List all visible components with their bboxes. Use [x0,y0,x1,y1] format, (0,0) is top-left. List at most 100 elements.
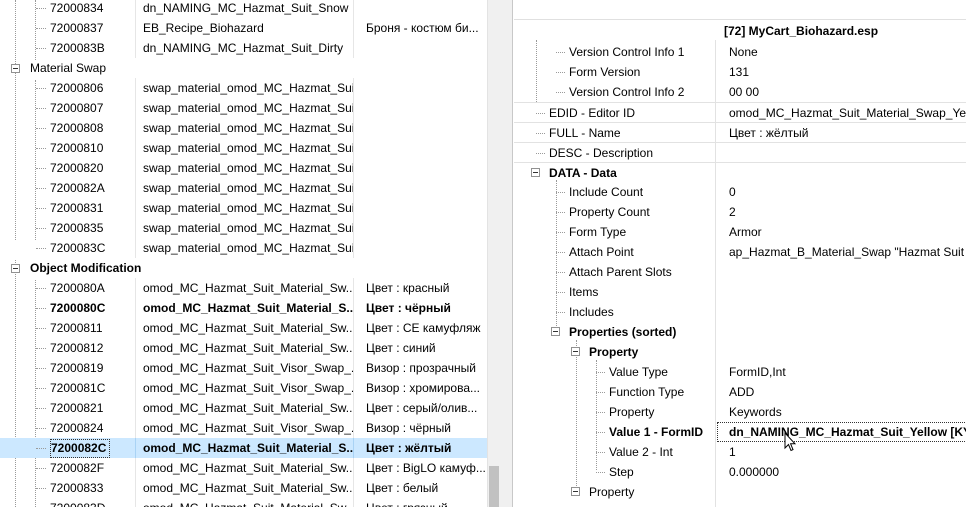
collapse-icon[interactable] [11,264,20,273]
tree-record-row[interactable]: 72000819 omod_MC_Hazmat_Suit_Visor_Swap_.… [0,358,487,378]
tree-group-object-modification[interactable]: Object Modification [0,258,487,278]
record-field-step[interactable]: Step 0.000000 [514,462,966,482]
field-value: 00 00 [729,85,760,99]
record-field-includes[interactable]: Includes [514,302,966,322]
record-field-property[interactable]: Property Keywords [514,402,966,422]
tree-record-row[interactable]: 7200082C omod_MC_Hazmat_Suit_Material_S..… [0,438,487,458]
editor-id-cell: omod_MC_Hazmat_Suit_Material_Sw... [135,278,353,298]
field-value: 131 [729,65,750,79]
tree-record-row[interactable]: 72000807 swap_material_omod_MC_Hazmat_Sui… [0,98,487,118]
name-cell: Цвет : грязный [353,498,487,507]
field-label: Step [609,465,634,479]
tree-scrollbar-thumb[interactable] [489,466,499,507]
collapse-icon[interactable] [571,487,580,496]
record-field-items[interactable]: Items [514,282,966,302]
name-cell [353,238,487,258]
tree-record-row[interactable]: 72000834 dn_NAMING_MC_Hazmat_Suit_Snow [0,0,487,18]
record-tree[interactable]: 72000834 dn_NAMING_MC_Hazmat_Suit_Snow 720… [0,0,500,507]
tree-record-row[interactable]: 7200082A swap_material_omod_MC_Hazmat_Sui… [0,178,487,198]
tree-scrollbar[interactable] [487,0,500,507]
name-cell: Броня - костюм би... [353,18,487,38]
field-value: FormID,Int [729,365,786,379]
name-cell [353,98,487,118]
form-id-cell: 72000831 [0,198,135,218]
field-value: 2 [729,205,736,219]
form-id: 72000812 [50,341,104,355]
editor-id-cell: swap_material_omod_MC_Hazmat_Suit_BigLO [135,198,353,218]
record-field-property[interactable]: Property [514,482,966,502]
editor-id-cell: swap_material_omod_MC_Hazmat_Suit_Grey [135,158,353,178]
tree-branch-line [556,232,565,233]
field-label: Version Control Info 2 [569,85,685,99]
tree-record-row[interactable]: 72000810 swap_material_omod_MC_Hazmat_Sui… [0,138,487,158]
record-field-value-type[interactable]: Value Type FormID,Int [514,362,966,382]
record-field-attach-parent-slots[interactable]: Attach Parent Slots [514,262,966,282]
form-id: 7200083D [50,498,105,507]
tree-branch-line [536,133,545,134]
tree-branch-line [596,372,605,373]
tree-record-row[interactable]: 7200083B dn_NAMING_MC_Hazmat_Suit_Dirty [0,38,487,58]
record-field-version-control-info-2[interactable]: Version Control Info 2 00 00 [514,82,966,102]
field-label: Version Control Info 1 [569,45,685,59]
form-id-cell: 72000821 [0,398,135,418]
record-field-form-type[interactable]: Form Type Armor [514,222,966,242]
record-field-data-data[interactable]: DATA - Data [514,162,966,182]
collapse-icon[interactable] [571,347,580,356]
tree-record-row[interactable]: 72000820 swap_material_omod_MC_Hazmat_Sui… [0,158,487,178]
record-field-value-2-int[interactable]: Value 2 - Int 1 [514,442,966,462]
record-field-form-version[interactable]: Form Version 131 [514,62,966,82]
tree-record-row[interactable]: 7200083C swap_material_omod_MC_Hazmat_Sui… [0,238,487,258]
tree-record-row[interactable]: 7200082F omod_MC_Hazmat_Suit_Material_Sw.… [0,458,487,478]
tree-record-row[interactable]: 72000831 swap_material_omod_MC_Hazmat_Sui… [0,198,487,218]
record-field-property-count[interactable]: Property Count 2 [514,202,966,222]
record-field-properties-sorted[interactable]: Properties (sorted) [514,322,966,342]
tree-branch-line [556,52,565,53]
record-field-version-control-info-1[interactable]: Version Control Info 1 None [514,42,966,62]
collapse-icon[interactable] [551,327,560,336]
panel-splitter[interactable] [500,0,513,507]
record-field-include-count[interactable]: Include Count 0 [514,182,966,202]
tree-branch-line [556,252,565,253]
field-label: Attach Point [569,245,634,259]
tree-record-row[interactable]: 72000811 omod_MC_Hazmat_Suit_Material_Sw.… [0,318,487,338]
tree-group-material-swap[interactable]: Material Swap [0,58,487,78]
record-field-function-type[interactable]: Function Type ADD [514,382,966,402]
tree-record-row[interactable]: 72000824 omod_MC_Hazmat_Suit_Visor_Swap_.… [0,418,487,438]
editor-id-cell: omod_MC_Hazmat_Suit_Visor_Swap_... [135,358,353,378]
tree-branch-line [596,412,605,413]
record-field-full-name[interactable]: FULL - Name Цвет : жёлтый [514,122,966,142]
tree-record-row[interactable]: 7200081C omod_MC_Hazmat_Suit_Visor_Swap_.… [0,378,487,398]
tree-record-row[interactable]: 72000806 swap_material_omod_MC_Hazmat_Sui… [0,78,487,98]
record-field-property[interactable]: Property [514,342,966,362]
field-label: Property Count [569,205,650,219]
name-cell: Цвет : синий [353,338,487,358]
field-value: Цвет : жёлтый [729,126,809,140]
tree-record-row[interactable]: 7200080C omod_MC_Hazmat_Suit_Material_S..… [0,298,487,318]
tree-record-row[interactable]: 7200083D omod_MC_Hazmat_Suit_Material_Sw.… [0,498,487,507]
field-value: ADD [729,385,755,399]
tree-record-row[interactable]: 72000837 EB_Recipe_Biohazard Броня - костю… [0,18,487,38]
name-cell: Цвет : белый [353,478,487,498]
record-field-desc-description[interactable]: DESC - Description [514,142,966,162]
field-label: Includes [569,305,614,319]
form-id: 72000834 [50,1,104,15]
editor-id-cell: omod_MC_Hazmat_Suit_Visor_Swap_... [135,378,353,398]
tree-record-row[interactable]: 72000812 omod_MC_Hazmat_Suit_Material_Sw.… [0,338,487,358]
form-id-cell: 7200083B [0,38,135,58]
tree-record-row[interactable]: 72000821 omod_MC_Hazmat_Suit_Material_Sw.… [0,398,487,418]
form-id: 7200082F [50,461,105,475]
tree-record-row[interactable]: 72000808 swap_material_omod_MC_Hazmat_Sui… [0,118,487,138]
collapse-icon[interactable] [531,168,540,177]
record-field-edid-editor-id[interactable]: EDID - Editor ID omod_MC_Hazmat_Suit_Mate… [514,102,966,122]
editor-id-cell: dn_NAMING_MC_Hazmat_Suit_Snow [135,0,353,18]
field-label: Property [589,485,635,499]
tree-branch-line [596,472,605,473]
tree-record-row[interactable]: 72000833 omod_MC_Hazmat_Suit_Material_Sw.… [0,478,487,498]
tree-record-row[interactable]: 72000835 swap_material_omod_MC_Hazmat_Sui… [0,218,487,238]
record-field-attach-point[interactable]: Attach Point ap_Hazmat_B_Material_Swap "H… [514,242,966,262]
tree-branch-line [556,272,565,273]
form-id-cell: 7200081C [0,378,135,398]
form-id: 72000837 [50,21,104,35]
tree-record-row[interactable]: 7200080A omod_MC_Hazmat_Suit_Material_Sw.… [0,278,487,298]
collapse-icon[interactable] [11,64,20,73]
